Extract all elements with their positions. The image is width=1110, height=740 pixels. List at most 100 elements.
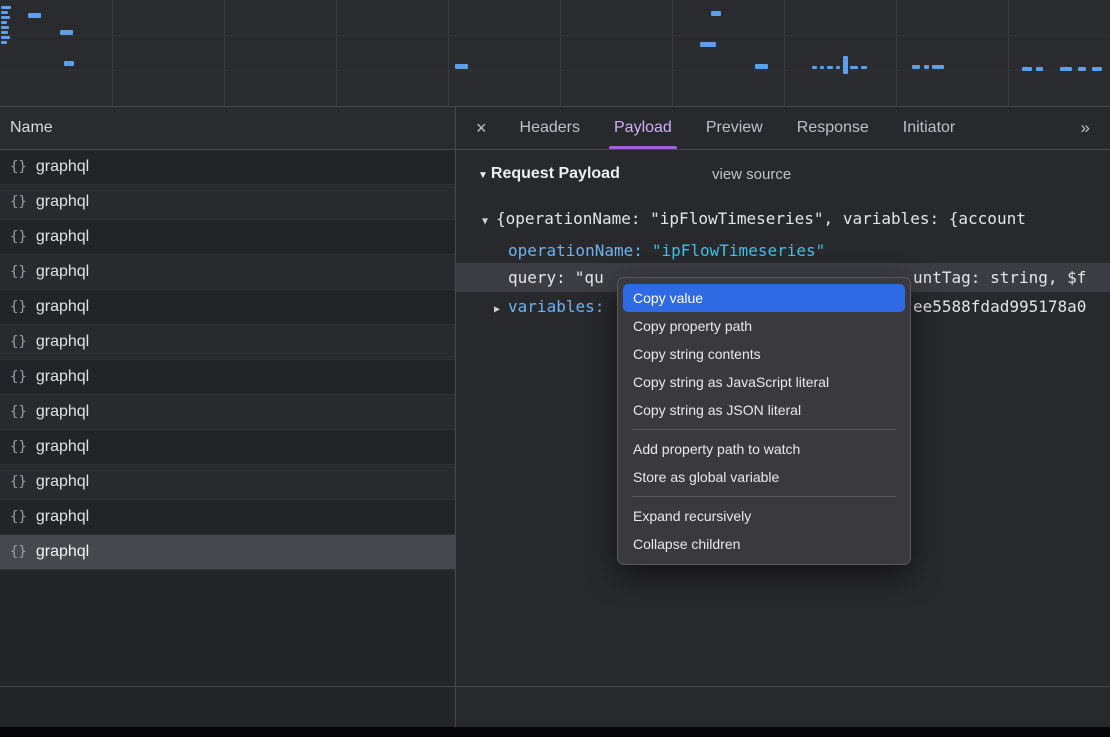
network-request-row[interactable]: {}graphql [0, 220, 455, 255]
payload-root-preview: {operationName: "ipFlowTimeseries", vari… [496, 209, 1026, 228]
network-activity-bar [755, 64, 768, 69]
json-braces-icon: {} [10, 159, 27, 175]
network-request-row[interactable]: {} graphql [0, 325, 455, 360]
request-name-label: graphql [36, 368, 89, 386]
network-activity-bar [836, 66, 840, 69]
json-braces-icon: {} [10, 334, 27, 350]
network-activity-bar [455, 64, 468, 69]
property-value: "ipFlowTimeseries" [652, 241, 825, 260]
store-as-global-variable-menu-item[interactable]: Store as global variable [623, 463, 905, 491]
grid-line [112, 0, 113, 106]
view-source-link[interactable]: view source [712, 166, 791, 183]
request-name-label: graphql [36, 333, 89, 351]
grid-line [224, 0, 225, 106]
close-icon[interactable]: × [476, 118, 487, 139]
json-braces-icon: {} [10, 509, 27, 525]
network-activity-bar [1, 26, 9, 29]
copy-string-as-json-literal-menu-item[interactable]: Copy string as JSON literal [623, 396, 905, 424]
network-activity-bar [924, 65, 929, 69]
disclosure-triangle-icon[interactable]: ▼ [482, 209, 488, 235]
network-request-row[interactable]: {} graphql [0, 185, 455, 220]
network-activity-bar [1, 6, 11, 9]
request-name-label: graphql [36, 508, 89, 526]
window-bottom-bar [0, 727, 1110, 737]
network-activity-bar [64, 61, 74, 66]
name-column-header[interactable]: Name [0, 107, 455, 150]
network-request-row[interactable]: {} graphql [0, 290, 455, 325]
tab-initiator[interactable]: Initiator [886, 107, 972, 149]
tab-preview[interactable]: Preview [689, 107, 780, 149]
payload-root-node[interactable]: ▼ {operationName: "ipFlowTimeseries", var… [482, 206, 1110, 235]
request-payload-title-label: Request Payload [491, 165, 620, 182]
disclosure-triangle-icon[interactable]: ▼ [478, 170, 488, 181]
property-key: variables: [508, 297, 604, 316]
request-name-label: graphql [36, 298, 89, 316]
tab-payload[interactable]: Payload [597, 107, 689, 149]
network-request-row[interactable]: {}graphql [0, 465, 455, 500]
network-request-list: Name {}graphql{}graphql{}graphql{}graphq… [0, 107, 456, 727]
expand-triangle-icon[interactable]: ▶ [494, 295, 500, 324]
property-value: "qu [575, 268, 604, 287]
grid-line [1008, 0, 1009, 106]
request-name-label: graphql [36, 473, 89, 491]
network-activity-bar [820, 66, 824, 69]
collapse-children-menu-item[interactable]: Collapse children [623, 530, 905, 558]
grid-line [0, 35, 1110, 36]
tab-headers[interactable]: Headers [503, 107, 597, 149]
menu-separator [632, 429, 896, 430]
network-activity-bar [932, 65, 944, 69]
network-activity-bar [1060, 67, 1072, 71]
payload-prop-variables[interactable]: ▶ variables: [494, 292, 613, 324]
network-activity-bar [1, 36, 10, 39]
json-braces-icon: {} [10, 194, 27, 210]
network-activity-bar [1078, 67, 1086, 71]
grid-line [0, 70, 1110, 71]
grid-line [560, 0, 561, 106]
detail-tabbar: × HeadersPayloadPreviewResponseInitiator… [456, 107, 1110, 150]
network-request-row[interactable]: {}graphql [0, 535, 455, 570]
network-activity-bar [1022, 67, 1032, 71]
request-name-label: graphql [36, 403, 89, 421]
network-request-row[interactable]: {} graphql [0, 500, 455, 535]
request-name-label: graphql [36, 193, 89, 211]
network-activity-bar [827, 66, 833, 69]
request-rows-container: {} graphql {} graphql {} graphql {} graphql {} gr… [0, 150, 455, 570]
json-braces-icon: {} [10, 299, 27, 315]
copy-string-contents-menu-item[interactable]: Copy string contents [623, 340, 905, 368]
network-activity-bar [861, 66, 867, 69]
context-menu: Copy valueCopy property pathCopy string … [617, 277, 911, 565]
network-activity-bar [1036, 67, 1043, 71]
copy-string-as-javascript-literal-menu-item[interactable]: Copy string as JavaScript literal [623, 368, 905, 396]
request-name-label: graphql [36, 438, 89, 456]
network-activity-bar [1, 11, 8, 14]
grid-line [896, 0, 897, 106]
more-tabs-icon[interactable]: » [1081, 118, 1110, 138]
copy-value-menu-item[interactable]: Copy value [623, 284, 905, 312]
grid-line [448, 0, 449, 106]
network-request-row[interactable]: {}graphql [0, 360, 455, 395]
expand-recursively-menu-item[interactable]: Expand recursively [623, 502, 905, 530]
menu-separator [632, 496, 896, 497]
request-payload-title: ▼Request Payload [478, 165, 620, 183]
network-request-row[interactable]: {} graphql [0, 430, 455, 465]
network-activity-bar [843, 56, 848, 74]
network-activity-bar [1, 41, 7, 44]
network-overview-timeline[interactable] [0, 0, 1110, 107]
network-request-row[interactable]: {}graphql [0, 150, 455, 185]
network-activity-bar [1, 31, 8, 34]
network-request-row[interactable]: {} graphql [0, 395, 455, 430]
payload-prop-operationname[interactable]: operationName:"ipFlowTimeseries" [508, 238, 825, 264]
tab-response[interactable]: Response [780, 107, 886, 149]
network-request-row[interactable]: {}graphql [0, 255, 455, 290]
network-activity-bar [912, 65, 920, 69]
copy-property-path-menu-item[interactable]: Copy property path [623, 312, 905, 340]
network-activity-bar [850, 66, 858, 69]
json-braces-icon: {} [10, 404, 27, 420]
network-activity-bar [1092, 67, 1102, 71]
json-braces-icon: {} [10, 264, 27, 280]
json-braces-icon: {} [10, 439, 27, 455]
payload-query-overflow-text: untTag: string, $f [913, 263, 1086, 292]
add-property-path-to-watch-menu-item[interactable]: Add property path to watch [623, 435, 905, 463]
grid-line [336, 0, 337, 106]
detail-tabs: HeadersPayloadPreviewResponseInitiator [503, 107, 973, 149]
